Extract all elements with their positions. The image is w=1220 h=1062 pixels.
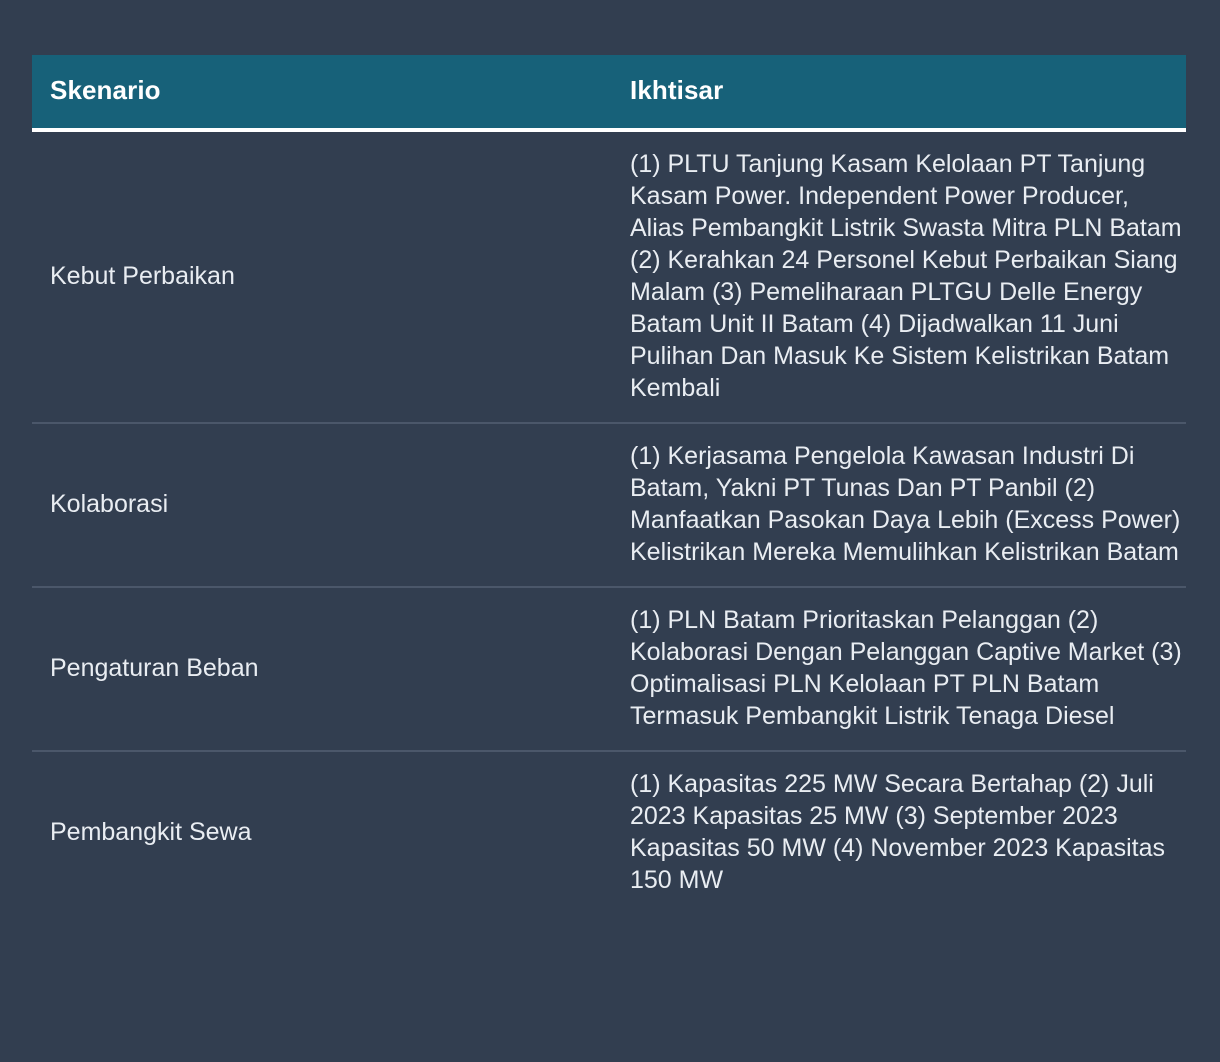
column-header-skenario: Skenario — [32, 55, 612, 132]
table-row: Kolaborasi (1) Kerjasama Pengelola Kawas… — [32, 423, 1186, 588]
cell-skenario: Pengaturan Beban — [32, 587, 612, 752]
table-row: Pengaturan Beban (1) PLN Batam Prioritas… — [32, 587, 1186, 752]
table-row: Kebut Perbaikan (1) PLTU Tanjung Kasam K… — [32, 130, 1186, 424]
cell-skenario: Kolaborasi — [32, 423, 612, 588]
scenario-table: Skenario Ikhtisar Kebut Perbaikan (1) PL… — [32, 55, 1186, 914]
table-header: Skenario Ikhtisar — [32, 55, 1186, 132]
cell-ikhtisar: (1) Kapasitas 225 MW Secara Bertahap (2)… — [630, 770, 1165, 894]
cell-skenario: Kebut Perbaikan — [32, 130, 612, 424]
cell-ikhtisar: (1) Kerjasama Pengelola Kawasan Industri… — [612, 423, 1186, 588]
table-row: Pembangkit Sewa (1) Kapasitas 225 MW Sec… — [32, 751, 1186, 914]
cell-ikhtisar: (1) PLTU Tanjung Kasam Kelolaan PT Tanju… — [612, 130, 1186, 424]
cell-skenario: Pembangkit Sewa — [50, 818, 252, 846]
table-header-row: Skenario Ikhtisar — [32, 55, 1186, 132]
cell-ikhtisar: (1) PLN Batam Prioritaskan Pelanggan (2)… — [612, 587, 1186, 752]
table-body: Kebut Perbaikan (1) PLTU Tanjung Kasam K… — [32, 130, 1186, 914]
scenario-table-container: Skenario Ikhtisar Kebut Perbaikan (1) PL… — [32, 55, 1186, 914]
column-header-ikhtisar: Ikhtisar — [612, 55, 1186, 132]
